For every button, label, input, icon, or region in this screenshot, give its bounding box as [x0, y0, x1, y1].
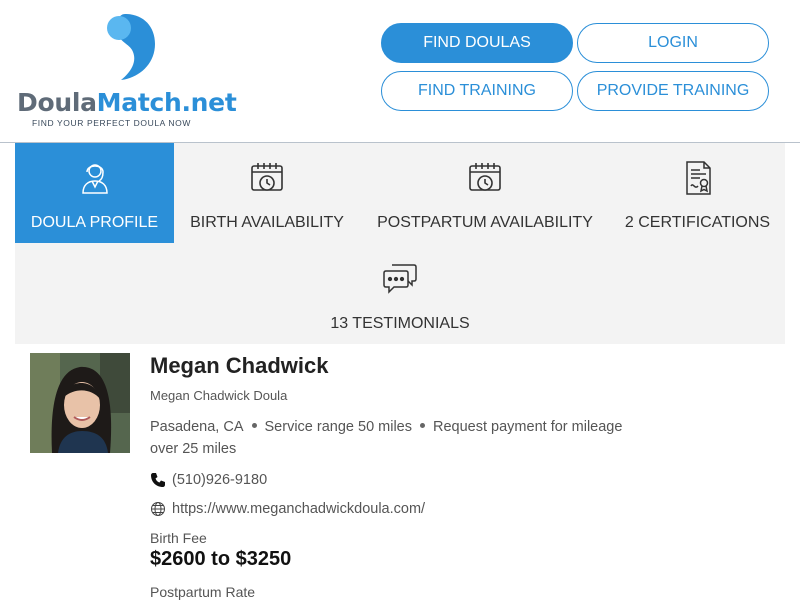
provide-training-button[interactable]: PROVIDE TRAINING: [577, 71, 769, 111]
phone-icon: [151, 473, 165, 487]
website-link[interactable]: https://www.meganchadwickdoula.com/: [172, 501, 425, 517]
logo-wordmark: DoulaMatch.net: [17, 88, 237, 117]
birth-fee-value: $2600 to $3250: [150, 548, 292, 570]
location-info: Pasadena, CA Service range 50 miles Reques…: [150, 416, 650, 460]
business-name: Megan Chadwick Doula: [150, 388, 288, 403]
website-row[interactable]: https://www.meganchadwickdoula.com/: [150, 501, 425, 517]
tab-birth-availability[interactable]: BIRTH AVAILABILITY: [182, 143, 352, 243]
tab-label: DOULA PROFILE: [30, 214, 159, 231]
profile-tabs: DOULA PROFILE BIRTH AVAILABILITY POSTPAR…: [15, 143, 785, 344]
phone-row[interactable]: (510)926-9180: [150, 472, 267, 488]
site-logo[interactable]: DoulaMatch.net FIND YOUR PERFECT DOULA N…: [14, 10, 237, 135]
birth-fee-label: Birth Fee: [150, 530, 207, 546]
certificate-icon: [685, 161, 711, 195]
location-text: Pasadena, CA: [150, 419, 244, 435]
separator-dot: [420, 423, 426, 429]
doula-photo: [30, 353, 130, 453]
phone-number[interactable]: (510)926-9180: [172, 472, 267, 488]
postpartum-rate-label: Postpartum Rate: [150, 584, 256, 600]
logo-tagline: FIND YOUR PERFECT DOULA NOW: [32, 118, 191, 128]
tab-postpartum-availability[interactable]: POSTPARTUM AVAILABILITY: [372, 143, 598, 243]
globe-icon: [151, 502, 165, 516]
service-range-text: Service range 50 miles: [264, 419, 413, 435]
calendar-clock-icon: [469, 163, 501, 191]
doula-profile-icon: [81, 164, 108, 194]
tab-label: 2 CERTIFICATIONS: [624, 214, 771, 231]
logo-mark-icon: [107, 14, 155, 80]
tab-label: 13 TESTIMONIALS: [330, 315, 470, 332]
tab-label: BIRTH AVAILABILITY: [190, 214, 344, 231]
login-button[interactable]: LOGIN: [577, 23, 769, 63]
site-header: DoulaMatch.net FIND YOUR PERFECT DOULA N…: [0, 0, 800, 143]
tab-testimonials[interactable]: 13 TESTIMONIALS: [315, 261, 485, 341]
tab-certifications[interactable]: 2 CERTIFICATIONS: [615, 143, 780, 243]
tab-label: POSTPARTUM AVAILABILITY: [377, 214, 593, 231]
find-training-button[interactable]: FIND TRAINING: [381, 71, 573, 111]
find-doulas-button[interactable]: FIND DOULAS: [381, 23, 573, 63]
calendar-clock-icon: [251, 163, 283, 191]
doula-name: Megan Chadwick: [150, 353, 329, 378]
chat-bubbles-icon: [383, 264, 417, 294]
separator-dot: [251, 423, 257, 429]
tab-doula-profile[interactable]: DOULA PROFILE: [15, 143, 174, 243]
